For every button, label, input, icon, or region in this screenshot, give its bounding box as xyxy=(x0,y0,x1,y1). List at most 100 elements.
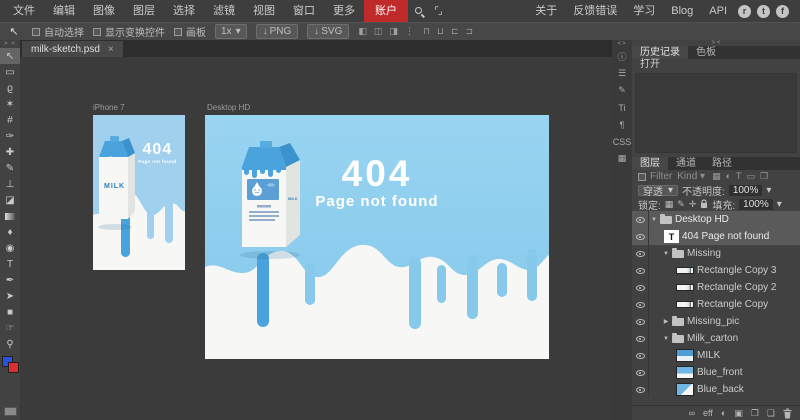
chevron-down-icon[interactable]: ▾ xyxy=(777,199,782,210)
visibility-toggle[interactable] xyxy=(632,347,649,364)
filter-shape-icon[interactable]: ▭ xyxy=(747,171,756,182)
menu-more[interactable]: 更多 xyxy=(324,0,364,22)
auto-select-checkbox[interactable]: 自动选择 xyxy=(32,24,84,39)
layer-row-rectangle-copy-2[interactable]: Rectangle Copy 2 xyxy=(632,279,800,296)
opacity-value[interactable]: 100% xyxy=(729,185,763,196)
tool-move[interactable]: ↖ xyxy=(0,48,20,64)
tool-blur[interactable]: ♦ xyxy=(0,224,20,240)
filter-smart-icon[interactable]: ❒ xyxy=(760,171,768,182)
new-layer-icon[interactable]: ❏ xyxy=(767,408,775,419)
menu-image[interactable]: 图像 xyxy=(84,0,124,22)
tool-eraser[interactable]: ◪ xyxy=(0,192,20,208)
layer-row-missing[interactable]: ▼ Missing xyxy=(632,245,800,262)
visibility-toggle[interactable] xyxy=(632,381,649,398)
layer-row-404-text[interactable]: T 404 Page not found xyxy=(632,228,800,245)
document-tab[interactable]: milk-sketch.psd × xyxy=(22,41,123,57)
menu-window[interactable]: 窗口 xyxy=(284,0,324,22)
tab-paths[interactable]: 路径 xyxy=(704,157,740,170)
menu-view[interactable]: 视图 xyxy=(244,0,284,22)
visibility-toggle[interactable] xyxy=(632,279,649,296)
group-caret-icon[interactable]: ▼ xyxy=(661,251,671,257)
layer-effects-icon[interactable]: eff xyxy=(703,408,713,418)
tool-dodge[interactable]: ◉ xyxy=(0,240,20,256)
align-left-icon[interactable]: ◧ xyxy=(358,26,367,37)
search-icon[interactable] xyxy=(408,5,428,17)
group-caret-icon[interactable]: ▶ xyxy=(661,318,671,325)
toolbar-collapse-control[interactable]: > < xyxy=(4,40,16,48)
visibility-toggle[interactable] xyxy=(632,364,649,381)
strip-collapse-control[interactable]: <> xyxy=(617,40,626,48)
visibility-toggle[interactable] xyxy=(632,330,649,347)
image-panel-icon[interactable]: ▦ xyxy=(618,150,627,167)
tool-magic-wand[interactable]: ✶ xyxy=(0,96,20,112)
visibility-toggle[interactable] xyxy=(632,313,649,330)
layer-row-desktop-hd[interactable]: ▼ Desktop HD xyxy=(632,211,800,228)
menu-layer[interactable]: 图层 xyxy=(124,0,164,22)
visibility-toggle[interactable] xyxy=(632,245,649,262)
tool-eyedropper[interactable]: ✑ xyxy=(0,128,20,144)
lock-transparency-icon[interactable]: ▦ xyxy=(665,199,674,210)
lock-position-icon[interactable]: ✛ xyxy=(689,199,697,210)
visibility-toggle[interactable] xyxy=(632,296,649,313)
menu-filter[interactable]: 滤镜 xyxy=(204,0,244,22)
history-entry-open[interactable]: 打开 xyxy=(632,59,800,71)
menu-edit[interactable]: 编辑 xyxy=(44,0,84,22)
tab-layers[interactable]: 图层 xyxy=(632,157,668,170)
menu-api[interactable]: API xyxy=(701,0,735,22)
brush-panel-icon[interactable]: ✎ xyxy=(618,82,626,99)
export-svg-button[interactable]: ↓ SVG xyxy=(307,24,349,39)
tab-channels[interactable]: 通道 xyxy=(668,157,704,170)
lock-paint-icon[interactable]: ✎ xyxy=(677,199,685,210)
tool-pen[interactable]: ✒ xyxy=(0,272,20,288)
tool-path-select[interactable]: ➤ xyxy=(0,288,20,304)
layer-row-milk[interactable]: MILK xyxy=(632,347,800,364)
tool-spot-heal[interactable]: ✚ xyxy=(0,144,20,160)
css-panel-icon[interactable]: CSS xyxy=(613,133,632,150)
filter-adjustment-icon[interactable]: ◐ xyxy=(726,171,731,182)
tool-brush[interactable]: ✎ xyxy=(0,160,20,176)
distribute-h-icon[interactable]: ⊏ xyxy=(451,26,459,37)
menu-report-bug[interactable]: 反馈错误 xyxy=(565,0,625,22)
artboard-label-desktop-hd[interactable]: Desktop HD xyxy=(207,103,250,112)
layer-row-milk-carton[interactable]: ▼ Milk_carton xyxy=(632,330,800,347)
show-controls-checkbox[interactable]: 显示变换控件 xyxy=(93,24,165,39)
artboard-label-iphone7[interactable]: iPhone 7 xyxy=(93,103,125,112)
filter-kind-dropdown[interactable]: Kind ▾ xyxy=(677,171,705,182)
menu-select[interactable]: 选择 xyxy=(164,0,204,22)
tool-clone-stamp[interactable]: ⊥ xyxy=(0,176,20,192)
tool-shape[interactable]: ■ xyxy=(0,304,20,320)
artboard-desktop-hd[interactable]: 404 Page not found xyxy=(205,115,549,359)
menu-learn[interactable]: 学习 xyxy=(625,0,663,22)
filter-pixel-icon[interactable]: ▦ xyxy=(712,171,721,182)
align-right-icon[interactable]: ◨ xyxy=(389,26,398,37)
export-scale-dropdown[interactable]: 1x ▾ xyxy=(215,24,247,39)
fullscreen-icon[interactable]: ⌜⌟ xyxy=(428,6,448,17)
keyboard-shortcuts-icon[interactable] xyxy=(4,407,17,416)
layer-row-rectangle-copy-3[interactable]: Rectangle Copy 3 xyxy=(632,262,800,279)
artboard-iphone7[interactable]: 404 Page not found xyxy=(93,115,185,270)
tool-lasso[interactable]: ϱ xyxy=(0,80,20,96)
group-caret-icon[interactable]: ▼ xyxy=(649,217,659,223)
layer-row-rectangle-copy[interactable]: Rectangle Copy xyxy=(632,296,800,313)
visibility-toggle[interactable] xyxy=(632,228,649,245)
paragraph-panel-icon[interactable]: ¶ xyxy=(620,116,625,133)
filter-checkbox[interactable]: Filter xyxy=(638,171,672,182)
fill-value[interactable]: 100% xyxy=(739,199,773,210)
align-top-icon[interactable]: ⊓ xyxy=(423,26,430,37)
align-bottom-icon[interactable]: ⊔ xyxy=(437,26,444,37)
filter-type-icon[interactable]: T xyxy=(736,171,742,182)
reddit-icon[interactable]: r xyxy=(738,5,751,18)
tool-hand[interactable]: ☞ xyxy=(0,320,20,336)
artboard-checkbox[interactable]: 画板 xyxy=(174,24,206,39)
color-swatches[interactable] xyxy=(2,356,18,372)
account-button[interactable]: 账户 xyxy=(364,0,408,22)
layer-mask-icon[interactable]: ▣ xyxy=(734,408,743,419)
canvas[interactable]: iPhone 7 404 Page not found xyxy=(20,57,612,420)
tool-zoom[interactable]: ⚲ xyxy=(0,336,20,352)
align-more-icon[interactable]: ⋮ xyxy=(405,26,414,37)
close-icon[interactable]: × xyxy=(108,44,114,55)
adjustment-layer-icon[interactable]: ◐ xyxy=(721,408,726,418)
group-caret-icon[interactable]: ▼ xyxy=(661,336,671,342)
menu-file[interactable]: 文件 xyxy=(4,0,44,22)
facebook-icon[interactable]: f xyxy=(776,5,789,18)
